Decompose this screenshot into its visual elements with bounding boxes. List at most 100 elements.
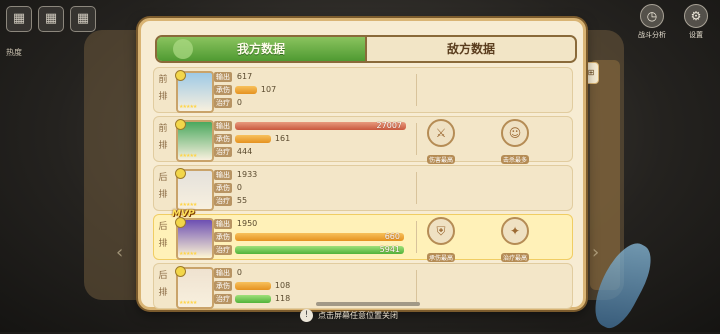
achievement-badge[interactable]: ⚔ 伤害最高: [424, 119, 458, 166]
clock-icon: ◷: [640, 4, 664, 28]
stat-tank-bar: [234, 282, 271, 290]
stat-output-value: 27007: [376, 121, 402, 130]
grid-icon[interactable]: ▦: [70, 6, 96, 32]
star-icons: ★★★★★: [179, 300, 197, 306]
stat-output: 输出 0: [214, 267, 414, 279]
settings-button[interactable]: ⚙ 设置: [684, 4, 708, 40]
grid-icon[interactable]: ▦: [6, 6, 32, 32]
star-icons: ★★★★★: [179, 251, 197, 257]
achievement-badge[interactable]: ☺ 击杀最多: [498, 119, 532, 166]
stat-tank-track: 0: [235, 183, 414, 192]
star-icons: ★★★★★: [179, 153, 197, 159]
grid-icon[interactable]: ▦: [38, 6, 64, 32]
stat-tank-value: 108: [274, 281, 291, 290]
avatar[interactable]: ★★★★★: [175, 266, 214, 309]
stat-heal-label: 治疗: [214, 294, 232, 304]
stats-block: 输出 1933 承伤 0 治疗 55: [214, 169, 414, 208]
element-badge: [175, 266, 186, 277]
shield-icon: ⛨: [427, 217, 455, 245]
stat-heal-label: 治疗: [214, 147, 232, 157]
stat-heal: 治疗 444: [214, 146, 414, 158]
stat-heal-track: 5941: [234, 245, 414, 254]
stat-output: 输出 27007: [214, 120, 414, 132]
stat-tank-value: 0: [236, 183, 242, 192]
stat-heal: 治疗 0: [214, 97, 414, 109]
stat-output-track: 1950: [235, 219, 414, 228]
table-row: 后排 ★★★★★ 输出 1933 承伤 0 治疗 55: [153, 165, 573, 211]
divider: [416, 270, 417, 302]
stat-output-label: 输出: [214, 268, 232, 278]
stat-output-value: 1933: [236, 170, 258, 179]
divider: [416, 172, 417, 204]
avatar[interactable]: ★★★★★: [175, 217, 214, 260]
achievement-label: 承伤最高: [426, 253, 455, 262]
achievement-badge[interactable]: ⛨ 承伤最高: [424, 217, 458, 264]
stat-heal-track: 0: [235, 98, 414, 107]
star-icons: ★★★★★: [179, 202, 197, 208]
stat-output: 输出 1933: [214, 169, 414, 181]
table-row: 后排 ★★★★★ MVP 输出 1950 承伤 660 治疗 5941 ⛨ 承伤最…: [153, 209, 573, 262]
close-hint[interactable]: ! 点击屏幕任意位置关闭: [300, 308, 448, 324]
heat-label: 热度: [6, 48, 22, 57]
table-row: 前排 ★★★★★ 输出 27007 承伤 161 治疗 444 ⚔ 伤害最高 ☺: [153, 116, 573, 164]
stat-tank: 承伤 161: [214, 133, 414, 145]
avatar[interactable]: ★★★★★: [175, 119, 214, 162]
stat-output-value: 0: [236, 268, 242, 277]
achievement-badge[interactable]: ✦ 治疗最高: [498, 217, 532, 264]
right-arrow-icon[interactable]: ›: [592, 242, 599, 263]
element-badge: [175, 70, 186, 81]
stat-tank-label: 承伤: [214, 134, 232, 144]
stat-tank-track: 161: [234, 134, 414, 143]
position-label: 后排: [158, 222, 168, 249]
stat-tank-track: 107: [234, 85, 414, 94]
stat-heal-value: 5941: [379, 245, 400, 254]
stat-tank-label: 承伤: [214, 183, 232, 193]
avatar[interactable]: ★★★★★: [175, 70, 214, 113]
stat-heal-track: 55: [235, 196, 414, 205]
stat-heal-bar: [234, 295, 271, 303]
left-arrow-icon[interactable]: ‹: [116, 242, 123, 263]
stat-tank-label: 承伤: [214, 281, 232, 291]
star-icons: ★★★★★: [179, 104, 197, 110]
stats-block: 输出 617 承伤 107 治疗 0: [214, 71, 414, 110]
divider: [416, 221, 417, 253]
stat-heal: 治疗 5941: [214, 244, 414, 256]
position-label: 后排: [158, 271, 168, 298]
tab-my-data[interactable]: 我方数据: [157, 37, 365, 61]
stat-tank-value: 107: [260, 85, 277, 94]
stat-tank-bar: [234, 86, 257, 94]
stat-output-value: 1950: [236, 219, 258, 228]
stat-heal-bar: [234, 246, 404, 254]
stat-output-track: 1933: [235, 170, 414, 179]
element-badge: [175, 168, 186, 179]
avatar[interactable]: ★★★★★: [175, 168, 214, 211]
hero-rows: 前排 ★★★★★ 输出 617 承伤 107 治疗 0 前排 ★★★★★ 输出 …: [153, 67, 573, 312]
emblem-icon: [173, 39, 193, 59]
stat-heal-value: 118: [274, 294, 291, 303]
achievement-label: 治疗最高: [500, 253, 529, 262]
stat-output-label: 输出: [214, 170, 232, 180]
data-tabs: 我方数据 敌方数据: [155, 35, 577, 63]
stat-output-label: 输出: [214, 72, 232, 82]
stat-heal-value: 444: [236, 147, 253, 156]
tab-enemy-data[interactable]: 敌方数据: [365, 37, 575, 61]
battle-stats-panel: 我方数据 敌方数据 前排 ★★★★★ 输出 617 承伤 107 治疗 0 前 …: [138, 18, 586, 310]
position-label: 后排: [158, 173, 168, 200]
stat-heal-label: 治疗: [214, 98, 232, 108]
battle-analysis-button[interactable]: ◷ 战斗分析: [638, 4, 666, 40]
stat-heal-value: 0: [236, 98, 242, 107]
info-icon: !: [300, 309, 313, 322]
divider: [416, 74, 417, 106]
gear-icon: ⚙: [684, 4, 708, 28]
achievement-label: 击杀最多: [500, 155, 529, 164]
stat-output-track: 617: [235, 72, 414, 81]
stat-tank-label: 承伤: [214, 85, 232, 95]
stat-tank-bar: [234, 233, 404, 241]
tab-enemy-data-label: 敌方数据: [446, 42, 495, 56]
achievement-label: 伤害最高: [426, 155, 455, 164]
element-badge: [175, 119, 186, 130]
stat-tank: 承伤 107: [214, 84, 414, 96]
stat-output: 输出 617: [214, 71, 414, 83]
stats-block: 输出 0 承伤 108 治疗 118: [214, 267, 414, 306]
stat-heal-track: 444: [235, 147, 414, 156]
